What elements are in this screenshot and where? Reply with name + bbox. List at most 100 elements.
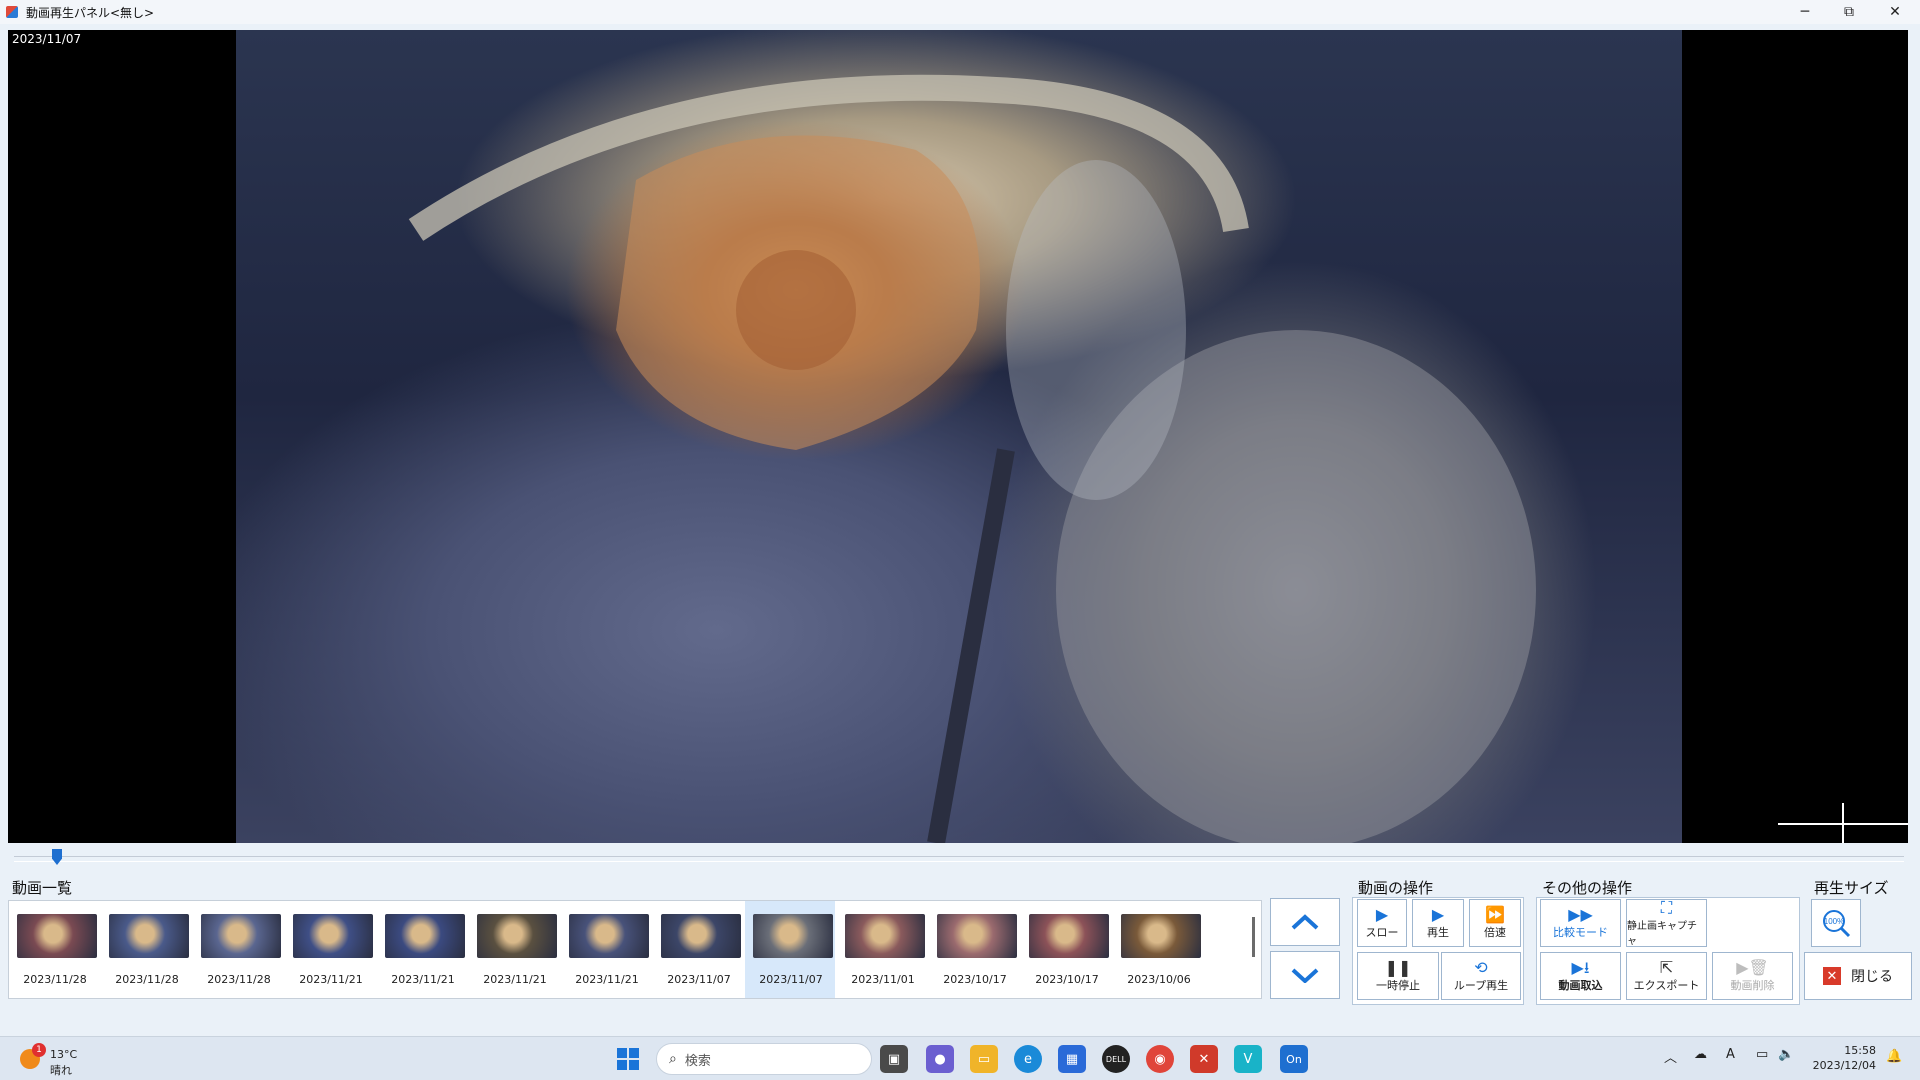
seek-bar[interactable]: [14, 849, 1904, 865]
video-thumbnail[interactable]: 2023/11/21: [561, 901, 651, 998]
still-capture-button[interactable]: ⛶ 静止画キャプチャ: [1626, 899, 1707, 947]
clock-time: 15:58: [1844, 1044, 1876, 1057]
import-video-button[interactable]: ▶⭳ 動画取込: [1540, 952, 1621, 1000]
delete-video-button[interactable]: ▶🗑 動画削除: [1712, 952, 1793, 1000]
video-thumbnail[interactable]: 2023/11/07: [745, 901, 835, 998]
pause-label: 一時停止: [1376, 979, 1420, 992]
export-icon: ⇱: [1659, 958, 1674, 977]
thumbnail-image: [661, 914, 741, 958]
file-explorer-icon[interactable]: ▭: [970, 1045, 998, 1073]
thumbnail-image: [109, 914, 189, 958]
taskbar-search[interactable]: ⌕ 検索: [656, 1043, 872, 1075]
v-app-icon[interactable]: V: [1234, 1045, 1262, 1073]
thumbnail-date: 2023/11/28: [23, 973, 87, 986]
title-bar: 動画再生パネル<無し> ─ ⧉ ✕: [0, 0, 1920, 24]
bell-icon[interactable]: 🔔: [1886, 1049, 1902, 1064]
fast-label: 倍速: [1484, 926, 1506, 939]
close-button[interactable]: ✕ 閉じる: [1804, 952, 1912, 1000]
clock-date: 2023/12/04: [1812, 1059, 1876, 1072]
video-thumbnail[interactable]: 2023/11/01: [837, 901, 927, 998]
video-thumbnail[interactable]: 2023/11/21: [285, 901, 375, 998]
video-scene: [408, 74, 1536, 843]
slow-button[interactable]: ▶ スロー: [1357, 899, 1407, 947]
trash-icon: ▶🗑: [1736, 958, 1769, 977]
video-thumbnail[interactable]: 2023/11/28: [193, 901, 283, 998]
import-icon: ▶⭳: [1571, 958, 1590, 977]
weather-temp: 13°C: [50, 1048, 78, 1061]
thumbnail-date: 2023/11/01: [851, 973, 915, 986]
zoom-percent: 100%: [1824, 917, 1844, 926]
thumbnail-image: [845, 914, 925, 958]
video-thumbnail[interactable]: 2023/10/06: [1113, 901, 1203, 998]
on-app-icon[interactable]: On: [1280, 1045, 1308, 1073]
pause-button[interactable]: ❚❚ 一時停止: [1357, 952, 1439, 1000]
thumbnail-date: 2023/10/17: [943, 973, 1007, 986]
onedrive-icon[interactable]: ☁: [1694, 1047, 1707, 1062]
video-thumbnail-list[interactable]: 2023/10/06 2023/10/17 2023/10/17 2023/11/01…: [8, 900, 1262, 999]
tray-chevron-up-icon[interactable]: ︿: [1664, 1047, 1677, 1066]
play-button[interactable]: ▶ 再生: [1412, 899, 1464, 947]
thumbnail-date: 2023/11/21: [483, 973, 547, 986]
teams-chat-icon[interactable]: ●: [926, 1045, 954, 1073]
play-icon: ▶: [1431, 905, 1445, 924]
app-icon: [6, 6, 18, 18]
taskbar: 1 13°C 晴れ ⌕ 検索 ▣ ● ▭ e ▦ DELL ◉ ✕ V On ︿…: [0, 1036, 1920, 1080]
edge-icon[interactable]: e: [1014, 1045, 1042, 1073]
loop-icon: ⟲: [1474, 958, 1488, 977]
fast-forward-button[interactable]: ⏩ 倍速: [1469, 899, 1521, 947]
video-list-label: 動画一覧: [12, 879, 73, 897]
window-title: 動画再生パネル<無し>: [26, 5, 155, 20]
fast-forward-icon: ⏩: [1485, 905, 1505, 924]
store-icon[interactable]: ▦: [1058, 1045, 1086, 1073]
thumbnail-image: [1029, 914, 1109, 958]
video-thumbnail[interactable]: 2023/10/17: [1021, 901, 1111, 998]
close-icon: ✕: [1823, 967, 1841, 985]
video-thumbnail[interactable]: 2023/11/07: [653, 901, 743, 998]
seek-thumb[interactable]: [52, 849, 62, 865]
minimize-button[interactable]: ─: [1782, 0, 1828, 24]
other-ops-label: その他の操作: [1542, 879, 1633, 897]
compare-label: 比較モード: [1553, 926, 1608, 939]
search-placeholder: 検索: [684, 1053, 711, 1069]
video-thumbnail[interactable]: 2023/11/21: [377, 901, 467, 998]
loop-play-button[interactable]: ⟲ ループ再生: [1441, 952, 1521, 1000]
slow-label: スロー: [1365, 926, 1399, 939]
capture-label: 静止画キャプチャ: [1627, 921, 1697, 947]
close-window-button[interactable]: ✕: [1872, 0, 1918, 24]
weather-widget[interactable]: 1 13°C 晴れ: [20, 1043, 140, 1077]
thumbnail-image: [1121, 914, 1201, 958]
dell-icon[interactable]: DELL: [1102, 1045, 1130, 1073]
export-button[interactable]: ⇱ エクスポート: [1626, 952, 1707, 1000]
video-player[interactable]: 2023/11/07: [8, 30, 1908, 843]
export-label: エクスポート: [1633, 979, 1700, 992]
scroll-up-button[interactable]: [1270, 898, 1340, 946]
restore-button[interactable]: ⧉: [1826, 0, 1872, 24]
thumbnail-image: [569, 914, 649, 958]
thumbnail-image: [17, 914, 97, 958]
chrome-icon[interactable]: ◉: [1146, 1045, 1174, 1073]
playback-size-label: 再生サイズ: [1814, 879, 1889, 897]
taskbar-clock[interactable]: 15:58 2023/12/04: [1813, 1043, 1876, 1073]
ime-indicator[interactable]: A: [1726, 1047, 1735, 1062]
video-frame: [236, 30, 1682, 843]
compare-mode-button[interactable]: ▶▶ 比較モード: [1540, 899, 1621, 947]
network-icon[interactable]: ▭: [1756, 1047, 1768, 1062]
thumbnail-image: [477, 914, 557, 958]
video-thumbnail[interactable]: 2023/11/28: [9, 901, 99, 998]
pause-icon: ❚❚: [1384, 958, 1412, 977]
video-thumbnail[interactable]: 2023/11/21: [469, 901, 559, 998]
video-thumbnail[interactable]: 2023/11/28: [101, 901, 191, 998]
zoom-100-button[interactable]: 100%: [1811, 899, 1861, 947]
x-app-icon[interactable]: ✕: [1190, 1045, 1218, 1073]
thumbnail-image: [201, 914, 281, 958]
list-scrollbar[interactable]: [1252, 917, 1255, 957]
video-thumbnail[interactable]: 2023/10/17: [929, 901, 1019, 998]
loop-label: ループ再生: [1453, 979, 1509, 992]
thumbnail-image: [753, 914, 833, 958]
task-view-icon[interactable]: ▣: [880, 1045, 908, 1073]
volume-icon[interactable]: 🔈: [1778, 1047, 1794, 1062]
delete-label: 動画削除: [1730, 979, 1775, 992]
windows-start-icon[interactable]: [614, 1045, 642, 1073]
chevron-up-icon: [1291, 914, 1319, 930]
scroll-down-button[interactable]: [1270, 951, 1340, 999]
